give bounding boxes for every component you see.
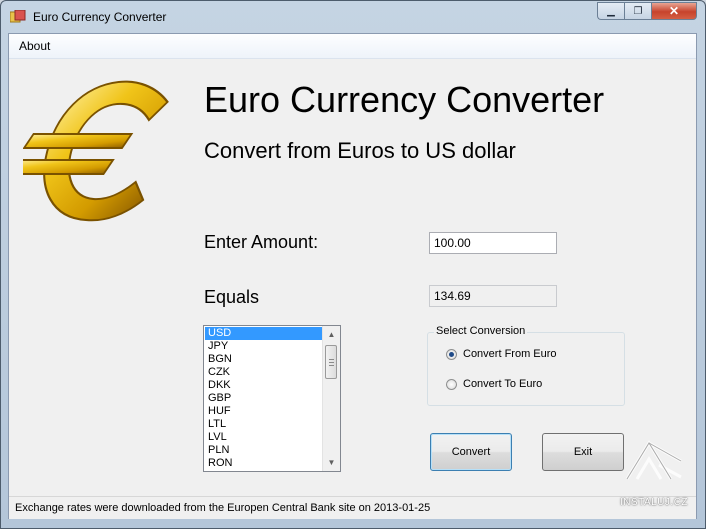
list-item[interactable]: JPY: [205, 340, 323, 353]
minimize-button[interactable]: ▁: [597, 2, 624, 20]
exit-button[interactable]: Exit: [542, 433, 624, 471]
currency-list-items: USD JPY BGN CZK DKK GBP HUF LTL LVL PLN …: [205, 327, 323, 470]
list-item[interactable]: LVL: [205, 431, 323, 444]
page-title: Euro Currency Converter: [204, 79, 605, 120]
close-button[interactable]: ✕: [651, 2, 697, 20]
list-item[interactable]: HUF: [205, 405, 323, 418]
page-subtitle: Convert from Euros to US dollar: [204, 138, 516, 163]
caption-buttons: ▁ ❐ ✕: [597, 2, 697, 20]
scroll-down-icon[interactable]: ▼: [323, 454, 340, 471]
status-bar: Exchange rates were downloaded from the …: [9, 496, 696, 519]
list-item[interactable]: CZK: [205, 366, 323, 379]
radio-checked-icon[interactable]: [446, 348, 457, 360]
grip-line: [329, 359, 334, 360]
title-bar[interactable]: Euro Currency Converter ▁ ❐ ✕: [1, 1, 705, 33]
menu-about[interactable]: About: [19, 39, 50, 53]
euro-logo-icon: [23, 80, 169, 222]
currency-listbox[interactable]: USD JPY BGN CZK DKK GBP HUF LTL LVL PLN …: [203, 325, 341, 472]
grip-line: [329, 362, 334, 363]
watermark-text: INSTALUJ.CZ: [619, 497, 689, 508]
amount-label: Enter Amount:: [204, 232, 319, 252]
close-icon: ✕: [668, 4, 680, 18]
equals-label: Equals: [204, 287, 260, 307]
status-text: Exchange rates were downloaded from the …: [15, 502, 431, 514]
result-field: 134.69: [429, 285, 557, 307]
radio-convert-to-euro[interactable]: Convert To Euro: [446, 378, 542, 390]
grip-line: [329, 365, 334, 366]
menu-bar: About: [9, 34, 696, 59]
restore-icon: ❐: [633, 5, 643, 17]
list-item[interactable]: RON: [205, 457, 323, 470]
radio-label: Convert To Euro: [463, 378, 543, 390]
app-window: Euro Currency Converter ▁ ❐ ✕ About Euro…: [0, 0, 706, 529]
radio-unchecked-icon[interactable]: [446, 378, 457, 390]
convert-button[interactable]: Convert: [430, 433, 512, 471]
list-scrollbar[interactable]: ▲ ▼: [322, 326, 340, 471]
conversion-groupbox: Select Conversion Convert From Euro Conv…: [427, 325, 625, 406]
list-item[interactable]: USD: [205, 327, 323, 340]
groupbox-title: Select Conversion: [434, 325, 528, 337]
amount-input[interactable]: 100.00: [429, 232, 557, 254]
list-item[interactable]: PLN: [205, 444, 323, 457]
watermark-logo-icon: [625, 440, 682, 480]
list-item[interactable]: GBP: [205, 392, 323, 405]
client-area: About Euro Currency Converter Convert fr…: [8, 33, 697, 519]
scroll-up-icon[interactable]: ▲: [323, 326, 340, 343]
window-title: Euro Currency Converter: [33, 10, 167, 24]
list-item[interactable]: LTL: [205, 418, 323, 431]
app-icon: [10, 10, 26, 23]
radio-convert-from-euro[interactable]: Convert From Euro: [446, 348, 557, 360]
scroll-thumb[interactable]: [325, 345, 337, 379]
minimize-icon: ▁: [607, 5, 615, 17]
list-item[interactable]: DKK: [205, 379, 323, 392]
radio-label: Convert From Euro: [463, 348, 557, 360]
maximize-button[interactable]: ❐: [624, 2, 651, 20]
list-item[interactable]: BGN: [205, 353, 323, 366]
watermark: INSTALUJ.CZ: [619, 429, 699, 519]
